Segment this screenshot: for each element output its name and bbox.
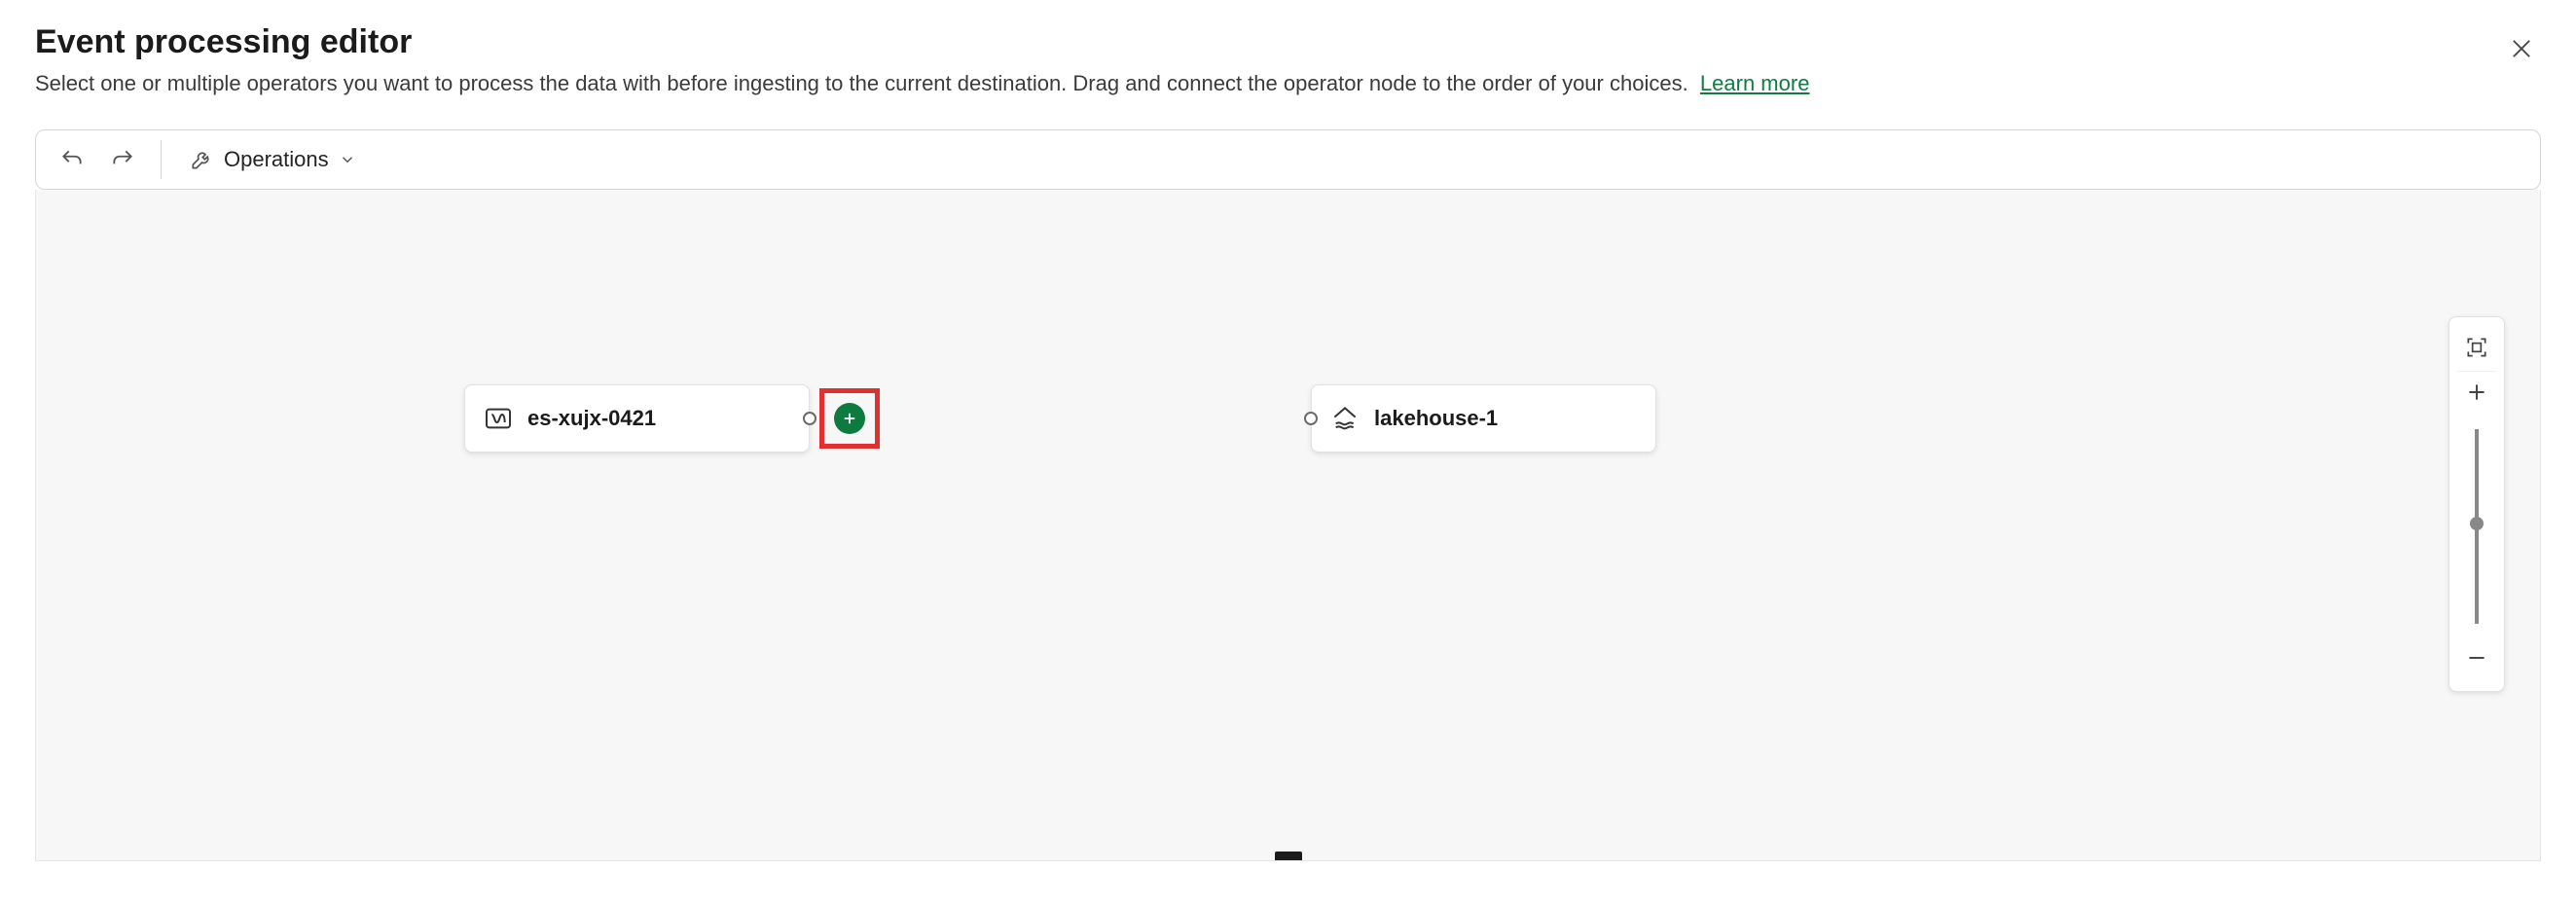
lakehouse-icon [1329,403,1361,434]
input-port[interactable] [1304,412,1318,425]
output-port[interactable] [803,412,816,425]
page-title: Event processing editor [35,23,2502,61]
operations-dropdown[interactable]: Operations [181,141,364,178]
close-button[interactable] [2502,29,2541,71]
zoom-slider-handle[interactable] [2470,517,2484,530]
toolbar-divider [161,140,162,179]
close-icon [2508,35,2535,62]
source-node[interactable]: es-xujx-0421 [464,384,810,453]
minimap-toggle[interactable] [1275,852,1302,861]
toolbar: Operations [35,129,2541,190]
operations-label: Operations [224,147,329,172]
zoom-out-button[interactable] [2456,637,2497,681]
redo-icon [110,147,135,172]
redo-button[interactable] [104,141,141,178]
fit-to-screen-button[interactable] [2456,327,2497,371]
eventstream-icon [483,403,514,434]
zoom-controls [2449,316,2505,692]
add-operator-button[interactable] [834,403,865,434]
learn-more-link[interactable]: Learn more [1700,71,1810,95]
source-node-label: es-xujx-0421 [527,406,656,431]
undo-button[interactable] [54,141,91,178]
plus-icon [2464,380,2489,405]
zoom-slider[interactable] [2475,429,2479,624]
fit-icon [2464,335,2489,360]
chevron-down-icon [339,151,356,168]
undo-icon [59,147,85,172]
subtitle-text: Select one or multiple operators you wan… [35,71,1688,95]
destination-node[interactable]: lakehouse-1 [1311,384,1656,453]
add-operator-highlight [819,388,880,449]
zoom-in-button[interactable] [2456,372,2497,416]
destination-node-label: lakehouse-1 [1374,406,1498,431]
wrench-icon [189,147,214,172]
canvas[interactable]: es-xujx-0421 lakehouse-1 [35,190,2541,861]
plus-icon [841,410,858,427]
minus-icon [2464,645,2489,670]
page-subtitle: Select one or multiple operators you wan… [35,71,2502,96]
